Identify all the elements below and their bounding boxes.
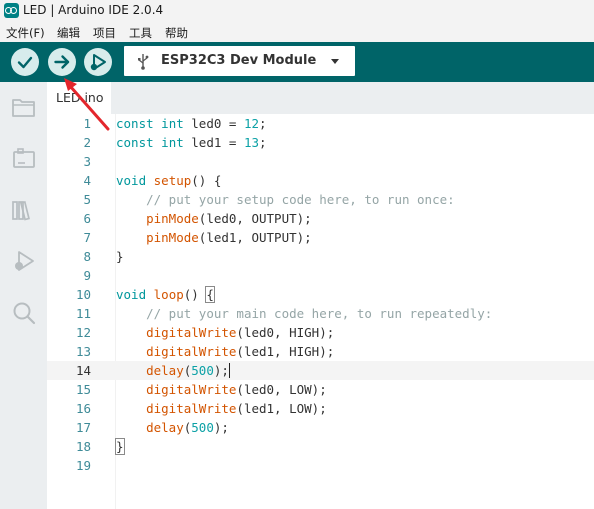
line-number: 14 <box>75 363 91 378</box>
line-number: 4 <box>83 173 91 188</box>
code-line[interactable]: 12 digitalWrite(led0, HIGH); <box>47 323 594 342</box>
menu-edit[interactable]: 编辑 <box>57 25 80 41</box>
code-line[interactable]: 11 // put your main code here, to run re… <box>47 304 594 323</box>
code-line[interactable]: 13 digitalWrite(led1, HIGH); <box>47 342 594 361</box>
code-text: delay(500); <box>146 363 230 378</box>
library-icon[interactable] <box>11 197 37 223</box>
code-line[interactable]: 16 digitalWrite(led1, LOW); <box>47 399 594 418</box>
arduino-logo-icon <box>4 3 19 18</box>
sidebar <box>0 82 47 509</box>
code-line[interactable]: 19 <box>47 456 594 475</box>
chevron-down-icon <box>331 59 339 64</box>
code-text: void setup() { <box>116 173 222 188</box>
code-line[interactable]: 17 delay(500); <box>47 418 594 437</box>
tab-label: LED.ino <box>56 90 104 105</box>
debug-icon[interactable] <box>11 248 37 274</box>
window-title: LED | Arduino IDE 2.0.4 <box>23 3 164 17</box>
line-number: 7 <box>83 230 91 245</box>
code-text: // put your setup code here, to run once… <box>146 192 455 207</box>
code-text: pinMode(led0, OUTPUT); <box>146 211 312 226</box>
menu-bar: 文件(F) 编辑 项目 工具 帮助 <box>0 22 594 42</box>
check-icon <box>17 56 33 69</box>
upload-button[interactable] <box>48 48 76 76</box>
menu-tools[interactable]: 工具 <box>129 25 152 41</box>
title-bar: LED | Arduino IDE 2.0.4 <box>0 0 594 22</box>
code-line[interactable]: 3 <box>47 152 594 171</box>
arrow-right-icon <box>54 55 70 69</box>
menu-file[interactable]: 文件(F) <box>6 25 45 41</box>
code-line[interactable]: 9 <box>47 266 594 285</box>
line-number: 6 <box>83 211 91 226</box>
code-text: digitalWrite(led0, HIGH); <box>146 325 335 340</box>
line-number: 3 <box>83 154 91 169</box>
usb-icon <box>138 54 149 70</box>
code-line[interactable]: 5 // put your setup code here, to run on… <box>47 190 594 209</box>
line-number: 9 <box>83 268 91 283</box>
code-text: delay(500); <box>146 420 229 435</box>
line-number: 1 <box>83 116 91 131</box>
code-line[interactable]: 6 pinMode(led0, OUTPUT); <box>47 209 594 228</box>
line-number: 10 <box>75 287 91 302</box>
line-number: 12 <box>75 325 91 340</box>
menu-help[interactable]: 帮助 <box>165 25 188 41</box>
code-line[interactable]: 10 void loop() { <box>47 285 594 304</box>
code-text: } <box>116 249 124 264</box>
code-line[interactable]: 18} <box>47 437 594 456</box>
code-line[interactable]: 15 digitalWrite(led0, LOW); <box>47 380 594 399</box>
text-cursor <box>228 363 230 378</box>
line-number: 8 <box>83 249 91 264</box>
line-number: 13 <box>75 344 91 359</box>
line-number: 17 <box>75 420 91 435</box>
code-text: const int led0 = 12; <box>116 116 267 131</box>
search-icon[interactable] <box>11 300 37 326</box>
line-number: 15 <box>75 382 91 397</box>
code-line[interactable]: 2 const int led1 = 13; <box>47 133 594 152</box>
folder-icon[interactable] <box>11 94 37 120</box>
debug-play-icon <box>90 54 106 71</box>
debug-button[interactable] <box>84 48 112 76</box>
board-manager-icon[interactable] <box>11 146 37 172</box>
code-text: digitalWrite(led0, LOW); <box>146 382 327 397</box>
code-line[interactable]: 7 pinMode(led1, OUTPUT); <box>47 228 594 247</box>
code-line[interactable]: 1 const int led0 = 12; <box>47 114 594 133</box>
code-text: void loop() { <box>116 286 215 303</box>
code-editor[interactable]: 1 const int led0 = 12; 2 const int led1 = 1… <box>47 114 594 509</box>
code-line[interactable]: 14 delay(500); <box>47 361 594 380</box>
board-selector[interactable]: ESP32C3 Dev Module <box>124 46 355 76</box>
line-number: 5 <box>83 192 91 207</box>
line-number: 19 <box>75 458 91 473</box>
code-text: pinMode(led1, OUTPUT); <box>146 230 312 245</box>
code-text: digitalWrite(led1, HIGH); <box>146 344 335 359</box>
code-line[interactable]: 8} <box>47 247 594 266</box>
tab-led-ino[interactable]: LED.ino <box>47 82 111 114</box>
code-text: const int led1 = 13; <box>116 135 267 150</box>
verify-button[interactable] <box>11 48 39 76</box>
board-name: ESP32C3 Dev Module <box>161 53 317 68</box>
code-line[interactable]: 4 void setup() { <box>47 171 594 190</box>
code-text: digitalWrite(led1, LOW); <box>146 401 327 416</box>
menu-sketch[interactable]: 项目 <box>93 25 116 41</box>
line-number: 16 <box>75 401 91 416</box>
code-text: // put your main code here, to run repea… <box>146 306 493 321</box>
line-number: 11 <box>75 306 91 321</box>
line-number: 2 <box>83 135 91 150</box>
code-text: } <box>115 438 125 455</box>
line-number: 18 <box>75 439 91 454</box>
tab-strip: LED.ino <box>47 82 594 114</box>
